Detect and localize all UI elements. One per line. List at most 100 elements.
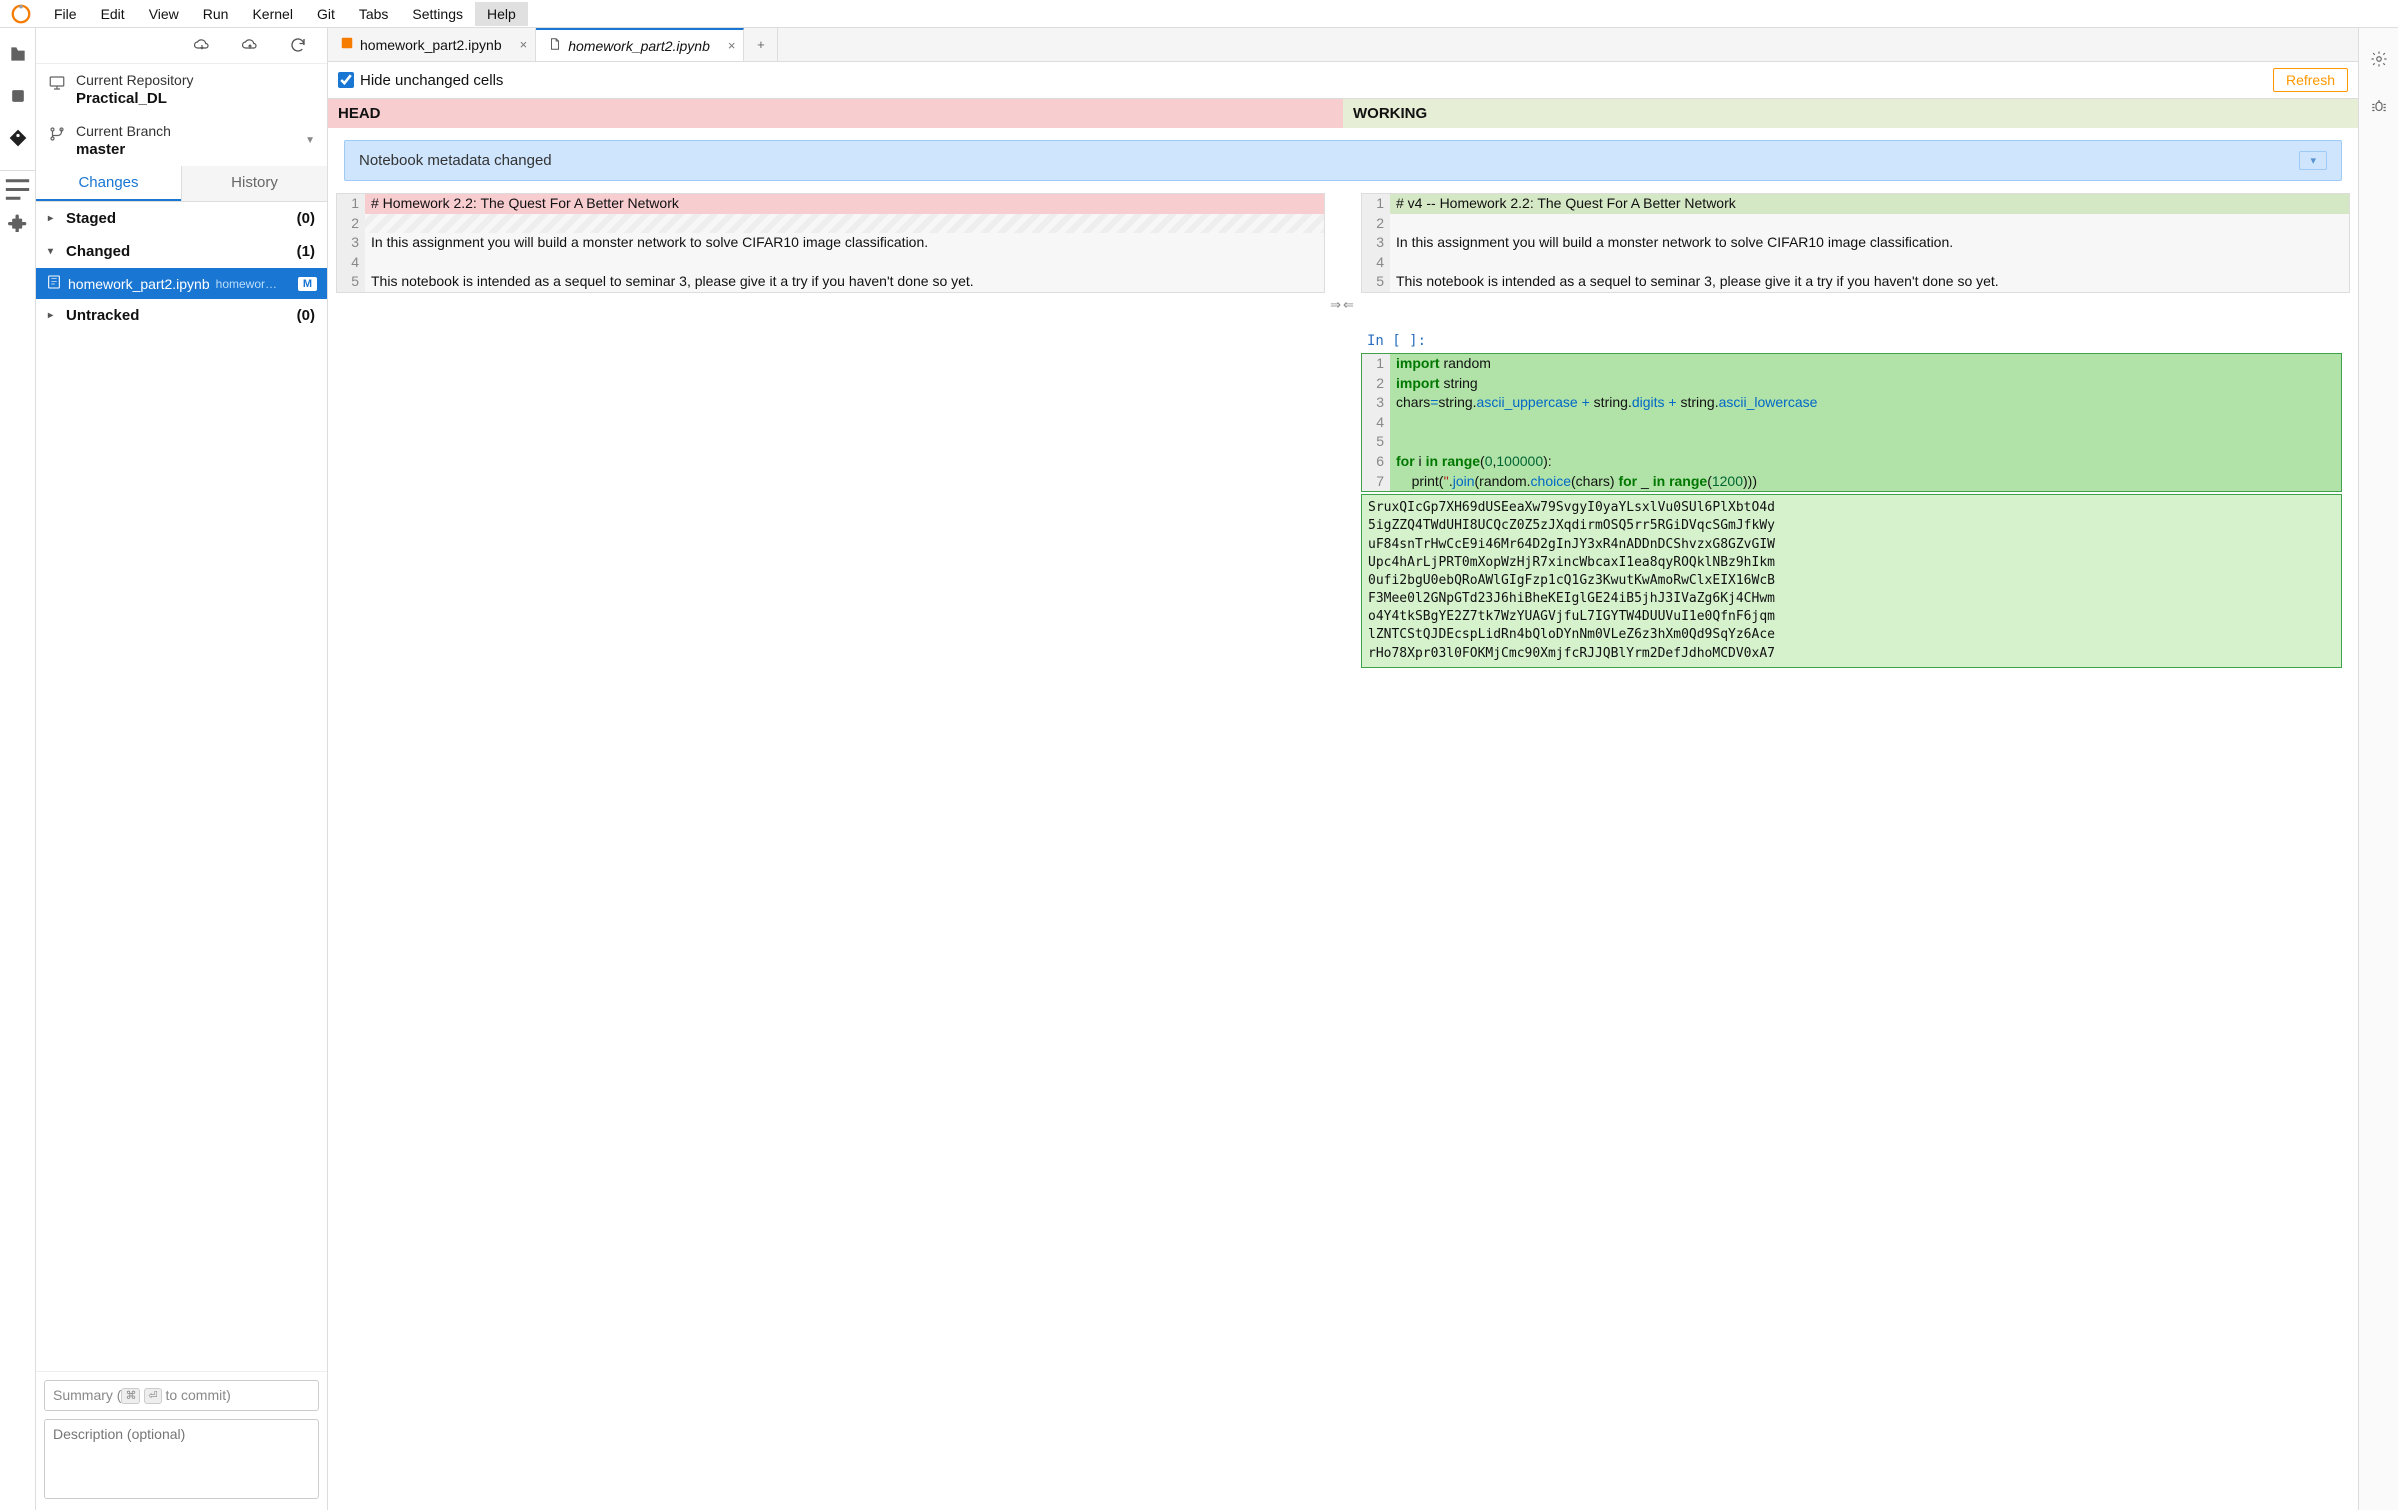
diff-body[interactable]: Notebook metadata changed ▾ 1# Homework … [328, 128, 2358, 1510]
diff-line: 1# Homework 2.2: The Quest For A Better … [337, 194, 1324, 214]
diff-toolbar: Hide unchanged cells Refresh [328, 62, 2358, 99]
tab-notebook[interactable]: homework_part2.ipynb × [328, 28, 536, 61]
metadata-banner-text: Notebook metadata changed [359, 152, 552, 169]
hide-unchanged-checkbox[interactable] [338, 72, 354, 88]
file-icon [548, 37, 562, 54]
diff-line: 3In this assignment you will build a mon… [337, 233, 1324, 253]
code-line: 1import random [1362, 354, 2341, 374]
chevron-down-icon: ▼ [305, 135, 315, 146]
hide-unchanged-label: Hide unchanged cells [360, 72, 503, 89]
close-icon[interactable]: × [728, 38, 736, 53]
refresh-button[interactable]: Refresh [2273, 68, 2348, 92]
commit-summary-input[interactable]: Summary (⌘ ⏎ to commit) [44, 1380, 319, 1411]
menu-run[interactable]: Run [191, 2, 241, 26]
code-line: 6for i in range(0,100000): [1362, 452, 2341, 472]
extensions-icon[interactable] [8, 212, 28, 232]
gear-icon[interactable] [2370, 50, 2388, 71]
changed-file-path: homewor… [216, 277, 277, 291]
current-branch[interactable]: Current Branch master ▼ [36, 115, 327, 166]
running-icon[interactable] [8, 86, 28, 106]
group-untracked-label: Untracked [66, 307, 139, 324]
changed-file-name: homework_part2.ipynb [68, 276, 210, 292]
code-line: 3chars=string.ascii_uppercase + string.d… [1362, 393, 2341, 413]
current-repository[interactable]: Current Repository Practical_DL [36, 64, 327, 115]
tab-label: homework_part2.ipynb [568, 38, 710, 54]
added-cell-block: In [ ]: 1import random2import string3cha… [1361, 333, 2342, 668]
tab-history[interactable]: History [181, 166, 327, 201]
branch-value: master [76, 141, 171, 158]
group-changed-count: (1) [297, 243, 315, 260]
cloud-pull-icon[interactable] [193, 36, 211, 57]
changed-file-row[interactable]: homework_part2.ipynb homewor… M [36, 268, 327, 299]
code-line: 7 print(''.join(random.choice(chars) for… [1362, 472, 2341, 492]
tab-changes[interactable]: Changes [36, 166, 181, 201]
merge-arrows-icon: ⇒⇐ [336, 293, 2350, 317]
menu-tabs[interactable]: Tabs [347, 2, 401, 26]
cloud-push-icon[interactable] [241, 36, 259, 57]
added-cell-code: 1import random2import string3chars=strin… [1361, 353, 2342, 492]
group-untracked-count: (0) [297, 307, 315, 324]
main-area: homework_part2.ipynb × homework_part2.ip… [328, 28, 2358, 1510]
group-untracked[interactable]: ▸ Untracked (0) [36, 299, 327, 332]
close-icon[interactable]: × [520, 37, 528, 52]
bug-icon[interactable] [2370, 97, 2388, 118]
toc-icon[interactable] [0, 170, 35, 190]
diff-head-right: WORKING [1343, 99, 2358, 128]
new-tab-button[interactable]: + [744, 28, 778, 61]
added-cell-output: SruxQIcGp7XH69dUSEeaXw79SvgyI0yaYLsxlVu0… [1361, 494, 2342, 668]
menu-kernel[interactable]: Kernel [240, 2, 304, 26]
monitor-icon [48, 74, 66, 92]
group-changed[interactable]: ▾ Changed (1) [36, 235, 327, 268]
menu-edit[interactable]: Edit [89, 2, 137, 26]
diff-line: 4 [337, 253, 1324, 273]
activity-bar [0, 28, 36, 1510]
tabbar: homework_part2.ipynb × homework_part2.ip… [328, 28, 2358, 62]
diff-line: 3In this assignment you will build a mon… [1362, 233, 2349, 253]
cell-prompt: In [ ]: [1361, 333, 2342, 349]
code-line: 2import string [1362, 374, 2341, 394]
menu-help[interactable]: Help [475, 2, 528, 26]
caret-down-icon: ▾ [48, 246, 60, 257]
notebook-icon [46, 274, 62, 293]
property-inspector-rail [2358, 28, 2398, 1510]
folder-icon[interactable] [8, 44, 28, 64]
diff-two-column: 1# Homework 2.2: The Quest For A Better … [336, 193, 2350, 293]
menu-file[interactable]: File [42, 2, 89, 26]
branch-label: Current Branch [76, 123, 171, 139]
jupyter-logo-icon [10, 3, 32, 25]
tab-diff[interactable]: homework_part2.ipynb × [536, 28, 744, 61]
git-icon[interactable] [8, 128, 28, 148]
diff-head-left: HEAD [328, 99, 1343, 128]
notebook-icon [340, 36, 354, 53]
caret-right-icon: ▸ [48, 310, 60, 321]
group-staged-count: (0) [297, 210, 315, 227]
diff-right-column: 1# v4 -- Homework 2.2: The Quest For A B… [1361, 193, 2350, 293]
code-line: 4 [1362, 413, 2341, 433]
refresh-icon[interactable] [289, 36, 307, 57]
diff-column-heads: HEAD WORKING [328, 99, 2358, 128]
diff-line: 2 [337, 214, 1324, 234]
code-line: 5 [1362, 432, 2341, 452]
diff-line: 2 [1362, 214, 2349, 234]
commit-description-input[interactable] [44, 1419, 319, 1499]
changed-file-badge: M [298, 277, 317, 291]
menu-settings[interactable]: Settings [400, 2, 475, 26]
menu-git[interactable]: Git [305, 2, 347, 26]
menubar: FileEditViewRunKernelGitTabsSettingsHelp [0, 0, 2398, 28]
sidebar-tabs: Changes History [36, 166, 327, 202]
metadata-changed-banner[interactable]: Notebook metadata changed ▾ [344, 140, 2342, 181]
chevron-down-icon[interactable]: ▾ [2299, 151, 2327, 170]
group-changed-label: Changed [66, 243, 130, 260]
group-staged[interactable]: ▸ Staged (0) [36, 202, 327, 235]
group-staged-label: Staged [66, 210, 116, 227]
diff-line: 1# v4 -- Homework 2.2: The Quest For A B… [1362, 194, 2349, 214]
git-sidebar: Current Repository Practical_DL Current … [36, 28, 328, 1510]
menu-view[interactable]: View [137, 2, 191, 26]
diff-line: 4 [1362, 253, 2349, 273]
diff-left-column: 1# Homework 2.2: The Quest For A Better … [336, 193, 1325, 293]
diff-line: 5This notebook is intended as a sequel t… [1362, 272, 2349, 292]
caret-right-icon: ▸ [48, 213, 60, 224]
sidebar-toolbar [36, 28, 327, 64]
repo-value: Practical_DL [76, 90, 194, 107]
commit-box: Summary (⌘ ⏎ to commit) [36, 1371, 327, 1510]
